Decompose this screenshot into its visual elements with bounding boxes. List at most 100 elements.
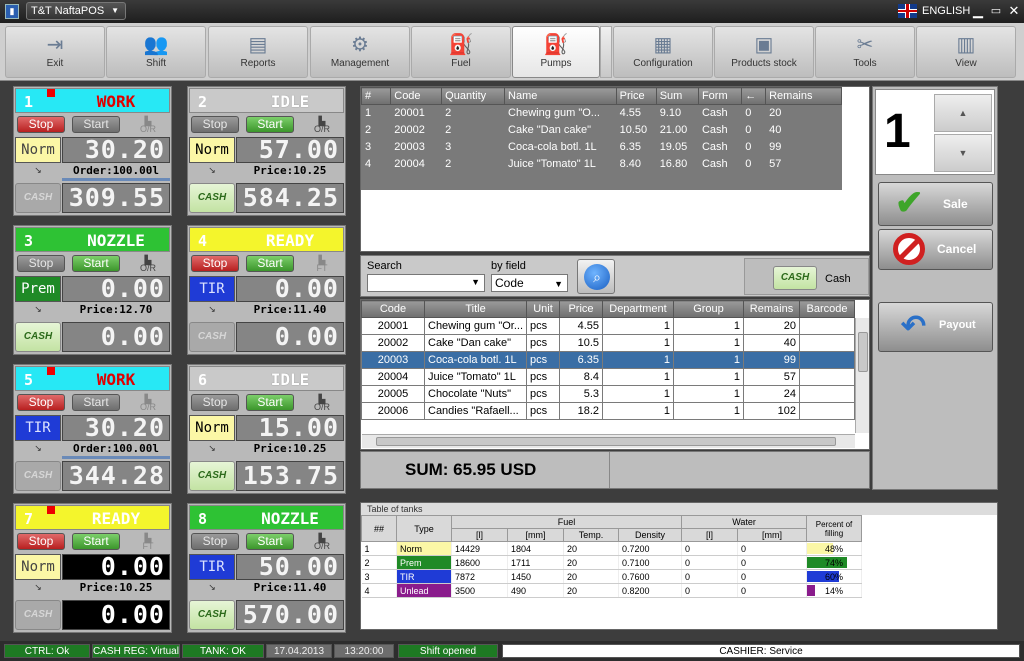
order-button[interactable]: ▙ O/R xyxy=(128,394,168,412)
nozzle-arrow-icon[interactable]: ↘ xyxy=(189,582,235,597)
products-header-cell[interactable]: Remains xyxy=(743,300,800,318)
vertical-scrollbar[interactable] xyxy=(855,318,869,433)
pump-1-panel[interactable]: 1 WORK Stop Start ▙ O/R Norm 30.20 ↘ Order:100.00… xyxy=(13,86,172,216)
start-button[interactable]: Start xyxy=(246,533,294,550)
toolbar-fuel-button[interactable]: ⛽ Fuel xyxy=(411,26,511,78)
toolbar-shift-button[interactable]: 👥 Shift xyxy=(106,26,206,78)
cash-button[interactable]: CASH xyxy=(15,461,61,491)
start-button[interactable]: Start xyxy=(72,116,120,133)
start-button[interactable]: Start xyxy=(246,394,294,411)
order-button[interactable]: ▙ FT xyxy=(302,255,342,273)
receipt-header-cell[interactable]: Remains xyxy=(765,87,842,105)
cash-button[interactable]: CASH xyxy=(189,600,235,630)
toolbar-configuration-button[interactable]: ▦ Configuration xyxy=(613,26,713,78)
receipt-row[interactable]: 4 20004 2 Juice "Tomato" 1L 8.40 16.80 Cash 0 57 xyxy=(360,155,842,173)
order-button[interactable]: ▙ O/R xyxy=(128,116,168,134)
product-row[interactable]: 20001 Chewing gum "Or... pcs 4.55 1 1 20 xyxy=(361,317,855,335)
pump-up-button[interactable]: ▲ xyxy=(934,94,992,132)
receipt-header-cell[interactable]: ← xyxy=(741,87,767,105)
payout-button[interactable]: ↶ Payout xyxy=(878,302,993,352)
product-row[interactable]: 20005 Chocolate "Nuts" pcs 5.3 1 1 24 xyxy=(361,385,855,403)
pump-2-panel[interactable]: 2 IDLE Stop Start ▙ O/R Norm 57.00 ↘ Price:10.25 C… xyxy=(187,86,346,216)
products-header-cell[interactable]: Code xyxy=(361,300,425,318)
pump-8-panel[interactable]: 8 NOZZLE Stop Start ▙ O/R TIR 50.00 ↘ Price:11.40… xyxy=(187,503,346,633)
nozzle-arrow-icon[interactable]: ↘ xyxy=(15,165,61,180)
product-row[interactable]: 20004 Juice "Tomato" 1L pcs 8.4 1 1 57 xyxy=(361,368,855,386)
cash-button[interactable]: CASH xyxy=(189,461,235,491)
start-button[interactable]: Start xyxy=(72,533,120,550)
stop-button[interactable]: Stop xyxy=(191,116,239,133)
cash-button[interactable]: CASH xyxy=(15,600,61,630)
toolbar-management-button[interactable]: ⚙ Management xyxy=(310,26,410,78)
tank-row[interactable]: 4 Unlead 3500 490 20 0.8200 0 0 14% xyxy=(361,583,863,598)
nozzle-arrow-icon[interactable]: ↘ xyxy=(189,443,235,458)
product-row[interactable]: 20002 Cake "Dan cake" pcs 10.5 1 1 40 xyxy=(361,334,855,352)
cancel-button[interactable]: Cancel xyxy=(878,229,993,270)
products-header-cell[interactable]: Price xyxy=(559,300,603,318)
product-row[interactable]: 20003 Coca-cola botl. 1L pcs 6.35 1 1 99 xyxy=(361,351,855,369)
receipt-header-cell[interactable]: Price xyxy=(615,87,657,105)
receipt-header-cell[interactable]: # xyxy=(360,87,392,105)
products-header-cell[interactable]: Unit xyxy=(526,300,560,318)
order-button[interactable]: ▙ O/R xyxy=(302,116,342,134)
order-button[interactable]: ▙ O/R xyxy=(302,533,342,551)
products-header-cell[interactable]: Department xyxy=(602,300,674,318)
stop-button[interactable]: Stop xyxy=(17,533,65,550)
app-menu-button[interactable]: T&T NaftaPOS ▼ xyxy=(26,2,126,20)
start-button[interactable]: Start xyxy=(72,394,120,411)
products-header-cell[interactable]: Group xyxy=(673,300,744,318)
cash-button[interactable]: CASH xyxy=(189,322,235,352)
pump-3-panel[interactable]: 3 NOZZLE Stop Start ▙ O/R Prem 0.00 ↘ Price:12.70… xyxy=(13,225,172,355)
receipt-header-cell[interactable]: Code xyxy=(390,87,443,105)
uk-flag-icon[interactable] xyxy=(898,4,917,18)
receipt-empty-row[interactable] xyxy=(360,172,842,190)
toolbar-tools-button[interactable]: ✂ Tools xyxy=(815,26,915,78)
products-header-cell[interactable]: Title xyxy=(424,300,527,318)
toolbar-view-button[interactable]: ▥ View xyxy=(916,26,1016,78)
start-button[interactable]: Start xyxy=(72,255,120,272)
stop-button[interactable]: Stop xyxy=(191,533,239,550)
pump-6-panel[interactable]: 6 IDLE Stop Start ▙ O/R Norm 15.00 ↘ Price:10.25 C… xyxy=(187,364,346,494)
pump-4-panel[interactable]: 4 READY Stop Start ▙ FT TIR 0.00 ↘ Price:11.40 CAS… xyxy=(187,225,346,355)
nozzle-arrow-icon[interactable]: ↘ xyxy=(15,582,61,597)
toolbar-reports-button[interactable]: ▤ Reports xyxy=(208,26,308,78)
stop-button[interactable]: Stop xyxy=(17,255,65,272)
order-button[interactable]: ▙ O/R xyxy=(302,394,342,412)
sale-button[interactable]: ✔ Sale xyxy=(878,182,993,226)
language-label[interactable]: ENGLISH xyxy=(922,5,970,17)
tank-row[interactable]: 1 Norm 14429 1804 20 0.7200 0 0 48% xyxy=(361,541,863,556)
cash-payment-button[interactable]: CASH xyxy=(773,266,817,290)
scrollbar-thumb[interactable] xyxy=(858,332,868,372)
stop-button[interactable]: Stop xyxy=(17,394,65,411)
stop-button[interactable]: Stop xyxy=(191,394,239,411)
nozzle-arrow-icon[interactable]: ↘ xyxy=(15,304,61,319)
scrollbar-thumb[interactable] xyxy=(376,437,836,446)
stop-button[interactable]: Stop xyxy=(191,255,239,272)
products-header-cell[interactable]: Barcode xyxy=(799,300,855,318)
pump-5-panel[interactable]: 5 WORK Stop Start ▙ O/R TIR 30.20 ↘ Order:100.00l… xyxy=(13,364,172,494)
receipt-row[interactable]: 1 20001 2 Chewing gum "O... 4.55 9.10 Cash 0 20 xyxy=(360,104,842,122)
order-button[interactable]: ▙ O/R xyxy=(128,255,168,273)
nozzle-arrow-icon[interactable]: ↘ xyxy=(189,165,235,180)
cash-button[interactable]: CASH xyxy=(189,183,235,213)
tank-row[interactable]: 3 TIR 7872 1450 20 0.7600 0 0 60% xyxy=(361,569,863,584)
receipt-row[interactable]: 3 20003 3 Coca-cola botl. 1L 6.35 19.05 Cash 0 9… xyxy=(360,138,842,156)
tank-row[interactable]: 2 Prem 18600 1711 20 0.7100 0 0 74% xyxy=(361,555,863,570)
by-field-select[interactable]: Code ▼ xyxy=(491,274,568,292)
order-button[interactable]: ▙ FT xyxy=(128,533,168,551)
cash-button[interactable]: CASH xyxy=(15,322,61,352)
pump-down-button[interactable]: ▼ xyxy=(934,134,992,172)
receipt-row[interactable]: 2 20002 2 Cake "Dan cake" 10.50 21.00 Cash 0 40 xyxy=(360,121,842,139)
nozzle-arrow-icon[interactable]: ↘ xyxy=(189,304,235,319)
horizontal-scrollbar[interactable] xyxy=(362,434,855,448)
search-input[interactable]: ▼ xyxy=(367,274,485,292)
start-button[interactable]: Start xyxy=(246,116,294,133)
toolbar-pumps-button[interactable]: ⛽ Pumps xyxy=(512,26,600,78)
stop-button[interactable]: Stop xyxy=(17,116,65,133)
close-icon[interactable]: ✕ xyxy=(1007,3,1021,19)
cash-button[interactable]: CASH xyxy=(15,183,61,213)
receipt-header-cell[interactable]: Name xyxy=(504,87,617,105)
toolbar-products-stock-button[interactable]: ▣ Products stock xyxy=(714,26,814,78)
maximize-icon[interactable]: ▭ xyxy=(989,3,1003,19)
search-button[interactable]: ⌕ xyxy=(577,259,615,294)
